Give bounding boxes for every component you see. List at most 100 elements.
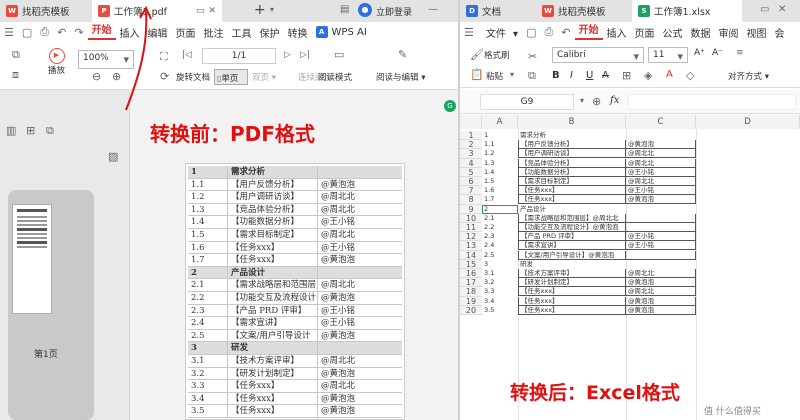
menu-protect[interactable]: 保护 [256,25,284,40]
tab-template[interactable]: W 找稻壳模板 [536,0,630,22]
tab-docs[interactable]: D 文档 [460,0,534,22]
spreadsheet-cell[interactable]: 【任务xxx】 [518,195,626,205]
read-mode-button[interactable]: 阅读模式 [318,71,352,83]
spreadsheet-cell[interactable]: 【研发计划制定】 [518,278,626,288]
column-header[interactable]: D [696,115,800,129]
menu-icon[interactable]: ☰ [0,26,18,39]
row-header[interactable]: 5 [460,167,482,177]
print-icon[interactable]: ⎙ [36,25,53,39]
italic-icon[interactable]: I [570,70,573,81]
spreadsheet-cell[interactable]: 3.1 [482,269,518,278]
row-header[interactable]: 6 [460,177,482,187]
eraser-icon[interactable]: ◇ [686,69,694,82]
spreadsheet-cell[interactable]: @黄泡泡 [626,296,696,306]
spreadsheet-cell[interactable]: 【功能交互及流程设计】@黄泡泡 [518,223,626,232]
spreadsheet-cell[interactable]: 3.3 [482,287,518,296]
spreadsheet-cell[interactable]: 2.5 [482,251,518,260]
row-header[interactable]: 2 [460,140,482,150]
menu-convert[interactable]: 转换 [284,25,312,40]
row-header[interactable]: 3 [460,149,482,159]
spreadsheet-cell[interactable]: 【竞品体验分析】 [518,158,626,168]
spreadsheet-cell[interactable]: 1.2 [482,149,518,158]
undo-icon[interactable]: ↶ [53,26,70,39]
attachment-icon[interactable]: ⧉ [46,124,54,138]
border-icon[interactable]: ⊞ [622,69,631,82]
spreadsheet-cell[interactable]: 研发 [518,260,626,269]
zoom-icon[interactable]: ⊕ [592,95,601,108]
spreadsheet-cell[interactable]: 2.2 [482,223,518,232]
rotate-label[interactable]: 旋转文档 [176,71,210,83]
spreadsheet-cell[interactable]: 【任务xxx】 [518,287,626,297]
image-icon[interactable]: ▨ [108,150,118,163]
chevron-down-icon[interactable]: ▾ [510,70,514,79]
spreadsheet-cell[interactable]: 1.6 [482,186,518,195]
menu-wps-ai[interactable]: WPS AI [328,27,371,38]
copy-icon[interactable]: ⧈ [12,68,19,82]
spreadsheet-cell[interactable]: 1.7 [482,195,518,204]
spreadsheet-cell[interactable]: 【用户反馈分析】 [518,140,626,150]
status-dot-icon[interactable]: G [444,100,456,112]
spreadsheet-cell[interactable]: 【需求战略层和范围层】@周北北 [518,213,626,223]
chevron-down-icon[interactable]: ▾ [270,5,274,14]
spreadsheet-cell[interactable]: 1.1 [482,140,518,149]
close-icon[interactable]: ✕ [208,6,216,16]
menu-insert[interactable]: 插入 [603,25,631,40]
row-header[interactable]: 14 [460,250,482,260]
menu-start[interactable]: 开始 [87,24,116,40]
tab-template[interactable]: W 找稻壳模板 [0,0,88,22]
close-icon[interactable]: ✕ [778,4,786,15]
menu-review[interactable]: 审阅 [715,25,743,40]
spreadsheet-cell[interactable]: 【功能数据分析】 [518,167,626,177]
spreadsheet-cell[interactable]: 【需求目标制定】 [518,177,626,186]
new-tab-button[interactable]: + [254,2,266,18]
menu-page[interactable]: 页面 [631,25,659,40]
column-header[interactable]: B [518,115,626,129]
spreadsheet-grid[interactable]: A B C D 1 1 需求分析 2 1.1 【用户反馈分析】 @黄泡泡 3 1.2 【用户调研访… [460,115,800,420]
spreadsheet-cell[interactable]: 需求分析 [518,131,626,140]
row-header[interactable]: 7 [460,186,482,196]
avatar[interactable]: ● [358,3,372,17]
spreadsheet-cell[interactable]: 3 [482,260,518,269]
spreadsheet-cell[interactable]: 1 [482,131,518,140]
row-header[interactable]: 8 [460,195,482,205]
layout-icon[interactable]: ▤ [340,4,349,15]
row-header[interactable]: 12 [460,232,482,242]
page-icon[interactable]: ⧉ [12,48,20,62]
row-header[interactable]: 9 [460,204,482,214]
row-header[interactable]: 19 [460,296,482,306]
spreadsheet-cell[interactable]: @王小铭 [626,186,696,196]
menu-tools[interactable]: 工具 [228,25,256,40]
font-size-select[interactable]: 11 ▾ [648,47,688,63]
fit-icon[interactable]: ⛶ [160,50,168,64]
last-page-icon[interactable]: ▷| [300,50,310,60]
shrink-font-icon[interactable]: A⁻ [712,48,723,58]
open-icon[interactable]: ▢ [18,26,36,39]
spreadsheet-cell[interactable] [626,223,696,232]
spreadsheet-cell[interactable]: 1.3 [482,159,518,168]
spreadsheet-cell[interactable]: 【任务xxx】 [518,296,626,306]
spreadsheet-cell[interactable]: @黄泡泡 [626,305,696,315]
copy-icon[interactable]: ⧉ [528,69,536,83]
underline-icon[interactable]: U [586,70,593,81]
row-header[interactable]: 16 [460,269,482,279]
spreadsheet-cell[interactable] [626,131,696,140]
minimize-icon[interactable]: — [428,4,438,15]
spreadsheet-cell[interactable]: 【技术方案评审】 [518,269,626,278]
align-button[interactable]: 对齐方式 ▾ [728,70,769,82]
column-header[interactable]: A [482,115,518,129]
spreadsheet-cell[interactable]: @黄泡泡 [626,195,696,205]
open-icon[interactable]: ▢ [522,26,540,39]
undo-icon[interactable]: ↶ [557,26,574,39]
cut-icon[interactable]: ✂ [528,50,537,63]
menu-start[interactable]: 开始 [574,24,603,40]
spreadsheet-cell[interactable]: 1.5 [482,177,518,186]
single-page-button[interactable]: ▯单页 [214,69,248,85]
paste-button[interactable]: 粘贴 [486,70,503,82]
row-header[interactable]: 10 [460,213,482,223]
page-input[interactable]: 1/1 [202,48,276,64]
spreadsheet-cell[interactable]: @周北北 [626,158,696,168]
login-button[interactable]: 立即登录 [376,5,412,18]
spreadsheet-cell[interactable]: 3.5 [482,306,518,315]
row-header[interactable]: 4 [460,158,482,168]
row-header[interactable]: 13 [460,241,482,251]
